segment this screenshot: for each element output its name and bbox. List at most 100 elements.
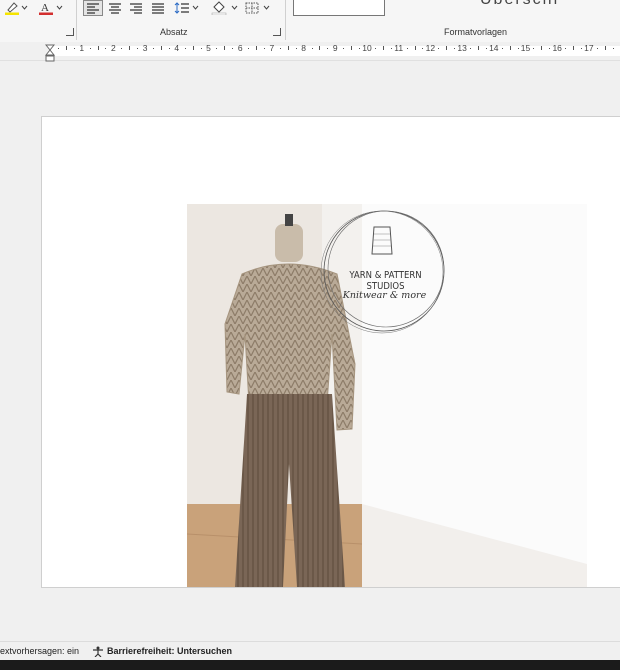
ruler-half-tick: [446, 46, 448, 50]
accessibility-icon: [92, 646, 104, 659]
align-left-button[interactable]: [83, 0, 103, 16]
align-left-icon: [83, 0, 103, 16]
ruler-quarter-tick: [168, 48, 170, 49]
accessibility-status[interactable]: Barrierefreiheit: Untersuchen: [107, 646, 232, 656]
justify-button[interactable]: [151, 0, 165, 16]
ruler-half-tick: [287, 46, 289, 50]
shading-button[interactable]: [211, 0, 238, 16]
ruler-number: 1: [79, 43, 85, 53]
highlight-button[interactable]: [4, 0, 28, 16]
ruler-number: 2: [111, 43, 116, 53]
ruler-number: 16: [552, 43, 562, 53]
taskbar: [0, 660, 620, 670]
ruler-quarter-tick: [438, 48, 440, 49]
ruler-quarter-tick: [374, 48, 376, 49]
ruler-quarter-tick: [216, 48, 218, 49]
ruler-number: 3: [142, 43, 148, 53]
font-color-icon: A: [38, 1, 54, 15]
ruler-number: 14: [489, 43, 499, 53]
align-center-button[interactable]: [108, 0, 122, 16]
ruler-quarter-tick: [359, 48, 361, 49]
document-page[interactable]: YARN & PATTERN STUDIOS Knitwear & more: [41, 116, 620, 588]
font-dialog-launcher[interactable]: [66, 28, 74, 36]
ruler-number: 8: [301, 43, 306, 53]
ruler-half-tick: [224, 46, 226, 50]
group-divider: [76, 0, 77, 40]
ruler-quarter-tick: [153, 48, 155, 49]
ruler-quarter-tick: [549, 48, 551, 49]
paragraph-dialog-launcher[interactable]: [273, 28, 281, 36]
ruler-quarter-tick: [137, 48, 139, 49]
text-predictions-status[interactable]: extvorhersagen: ein: [0, 646, 79, 656]
ruler-quarter-tick: [501, 48, 503, 49]
chevron-down-icon[interactable]: [192, 5, 199, 11]
product-photo[interactable]: YARN & PATTERN STUDIOS Knitwear & more: [187, 204, 587, 587]
borders-button[interactable]: [245, 0, 270, 16]
ruler-quarter-tick: [263, 48, 265, 49]
ruler-number: 12: [425, 43, 436, 53]
ruler-quarter-tick: [565, 48, 567, 49]
styles-group-label: Formatvorlagen: [444, 27, 508, 37]
chevron-down-icon[interactable]: [231, 5, 238, 11]
ruler-quarter-tick: [485, 48, 487, 49]
ruler-quarter-tick: [406, 48, 408, 49]
chevron-down-icon[interactable]: [21, 5, 28, 11]
ruler-half-tick: [192, 46, 194, 50]
logo-title: YARN & PATTERN STUDIOS: [349, 270, 422, 292]
ruler-quarter-tick: [89, 48, 91, 49]
yarn-cone-icon: [371, 226, 393, 255]
ruler-quarter-tick: [279, 48, 281, 49]
ruler-quarter-tick: [454, 48, 456, 49]
line-spacing-button[interactable]: [174, 0, 199, 16]
ruler-quarter-tick: [580, 48, 582, 49]
font-color-button[interactable]: A: [38, 0, 63, 16]
ruler-number: 7: [269, 43, 275, 53]
ruler-half-tick: [414, 46, 416, 50]
ruler-half-tick: [97, 46, 99, 50]
ruler-half-tick: [541, 46, 543, 50]
ruler-number: 11: [394, 43, 404, 53]
horizontal-ruler[interactable]: 1 2 3 4 5 6 7 8 9 10 11 12 13 14 15 16 17: [0, 42, 620, 61]
chevron-down-icon[interactable]: [263, 5, 270, 11]
borders-icon: [245, 2, 259, 14]
svg-text:A: A: [41, 2, 49, 14]
ruler-half-tick: [351, 46, 353, 50]
ribbon: A Absatz Überschr Formatvorlagen: [0, 0, 620, 43]
align-right-button[interactable]: [129, 0, 143, 16]
ruler-half-tick: [509, 46, 511, 50]
chevron-down-icon[interactable]: [56, 5, 63, 11]
style-heading-preview[interactable]: Überschr: [480, 0, 561, 9]
ruler-quarter-tick: [73, 48, 75, 49]
ruler-half-tick: [65, 46, 67, 50]
ruler-number: 5: [206, 43, 211, 53]
ruler-number: 10: [362, 43, 372, 53]
ruler-half-tick: [604, 46, 606, 50]
style-normal[interactable]: [293, 0, 385, 16]
ruler-half-tick: [319, 46, 321, 50]
ruler-quarter-tick: [232, 48, 234, 49]
ruler-quarter-tick: [517, 48, 519, 49]
ruler-quarter-tick: [200, 48, 202, 49]
align-right-icon: [129, 2, 143, 14]
ruler-number: 4: [174, 43, 180, 53]
ruler-quarter-tick: [295, 48, 297, 49]
studio-logo: YARN & PATTERN STUDIOS Knitwear & more: [317, 204, 452, 339]
ruler-half-tick: [160, 46, 162, 50]
ruler-quarter-tick: [248, 48, 250, 49]
indent-marker-icon[interactable]: [44, 44, 56, 62]
ruler-quarter-tick: [311, 48, 313, 49]
ruler-quarter-tick: [184, 48, 186, 49]
ruler-half-tick: [573, 46, 575, 50]
align-center-icon: [108, 2, 122, 14]
ruler-number: 15: [520, 43, 531, 53]
paragraph-group-label: Absatz: [160, 27, 188, 37]
ruler-number: 13: [457, 43, 467, 53]
ruler-quarter-tick: [422, 48, 424, 49]
ruler-quarter-tick: [343, 48, 345, 49]
ruler-quarter-tick: [57, 48, 59, 49]
ruler-quarter-tick: [596, 48, 598, 49]
ruler-half-tick: [256, 46, 258, 50]
ruler-quarter-tick: [121, 48, 123, 49]
ruler-half-tick: [129, 46, 131, 50]
justify-icon: [151, 2, 165, 14]
